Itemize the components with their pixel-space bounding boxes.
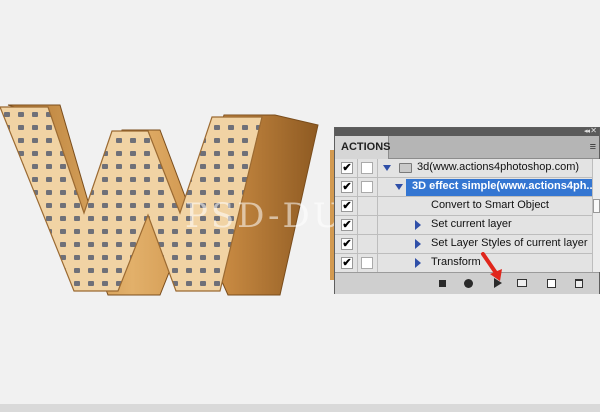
panel-tab-row: ACTIONS ≡ xyxy=(335,136,599,159)
expand-right-icon[interactable] xyxy=(415,220,421,230)
panel-footer-toolbar xyxy=(335,272,599,294)
divider xyxy=(357,254,358,272)
divider xyxy=(377,235,378,254)
expand-right-icon[interactable] xyxy=(415,258,421,268)
list-item-action-set[interactable]: ✔ 3d(www.actions4photoshop.com) xyxy=(335,159,592,178)
toggle-item-checkbox[interactable]: ✔ xyxy=(341,162,353,174)
panel-title-bar[interactable]: ◂◂ ✕ xyxy=(335,126,599,136)
actions-scrollbar[interactable] xyxy=(592,159,600,272)
dialog-toggle[interactable] xyxy=(361,181,373,193)
action-set-label: 3d(www.actions4photoshop.com) xyxy=(417,161,580,173)
collapse-panel-icon[interactable]: ◂◂ xyxy=(584,127,590,135)
panel-menu-icon[interactable]: ≡ xyxy=(590,141,596,153)
toggle-item-checkbox[interactable]: ✔ xyxy=(341,181,353,193)
step-label: Convert to Smart Object xyxy=(431,199,549,211)
record-icon[interactable] xyxy=(463,278,474,288)
red-arrow-icon xyxy=(481,252,502,281)
action-label: 3D effect simple(www.actions4ph... xyxy=(412,180,592,192)
divider xyxy=(377,197,378,216)
divider xyxy=(357,178,358,197)
list-item-step[interactable]: ✔ Set current layer xyxy=(335,216,592,235)
toggle-item-checkbox[interactable]: ✔ xyxy=(341,219,353,231)
list-item-action-selected[interactable]: ✔ 3D effect simple(www.actions4ph... xyxy=(335,178,592,197)
delete-icon[interactable] xyxy=(573,278,584,288)
list-item-step[interactable]: ✔ Set Layer Styles of current layer xyxy=(335,235,592,254)
stop-icon[interactable] xyxy=(437,278,448,288)
divider xyxy=(377,159,378,178)
expand-down-icon[interactable] xyxy=(395,184,403,190)
divider xyxy=(357,235,358,254)
toggle-item-checkbox[interactable]: ✔ xyxy=(341,257,353,269)
canvas-bottom-edge xyxy=(0,404,600,412)
divider xyxy=(357,197,358,216)
new-action-icon[interactable] xyxy=(546,278,557,288)
step-label: Set current layer xyxy=(431,218,512,230)
scrollbar-thumb[interactable] xyxy=(593,199,600,213)
divider xyxy=(377,216,378,235)
dialog-toggle[interactable] xyxy=(361,162,373,174)
toggle-item-checkbox[interactable]: ✔ xyxy=(341,200,353,212)
divider xyxy=(377,178,378,197)
list-item-step[interactable]: ✔ Transform xyxy=(335,254,592,272)
toggle-item-checkbox[interactable]: ✔ xyxy=(341,238,353,250)
actions-list: ✔ 3d(www.actions4photoshop.com) ✔ 3D eff… xyxy=(335,159,592,272)
folder-icon xyxy=(399,163,412,173)
divider xyxy=(377,254,378,272)
expand-right-icon[interactable] xyxy=(415,239,421,249)
list-item-step[interactable]: ✔ Convert to Smart Object xyxy=(335,197,592,216)
tab-actions[interactable]: ACTIONS xyxy=(335,136,391,159)
new-set-icon[interactable] xyxy=(516,278,527,288)
divider xyxy=(357,159,358,178)
close-panel-icon[interactable]: ✕ xyxy=(590,126,597,135)
actions-panel: ◂◂ ✕ ACTIONS ≡ ✔ 3d(www.actions4photosho… xyxy=(334,126,600,294)
dialog-toggle[interactable] xyxy=(361,257,373,269)
step-label: Transform xyxy=(431,256,481,268)
expand-down-icon[interactable] xyxy=(383,165,391,171)
divider xyxy=(357,216,358,235)
step-label: Set Layer Styles of current layer xyxy=(431,237,588,249)
